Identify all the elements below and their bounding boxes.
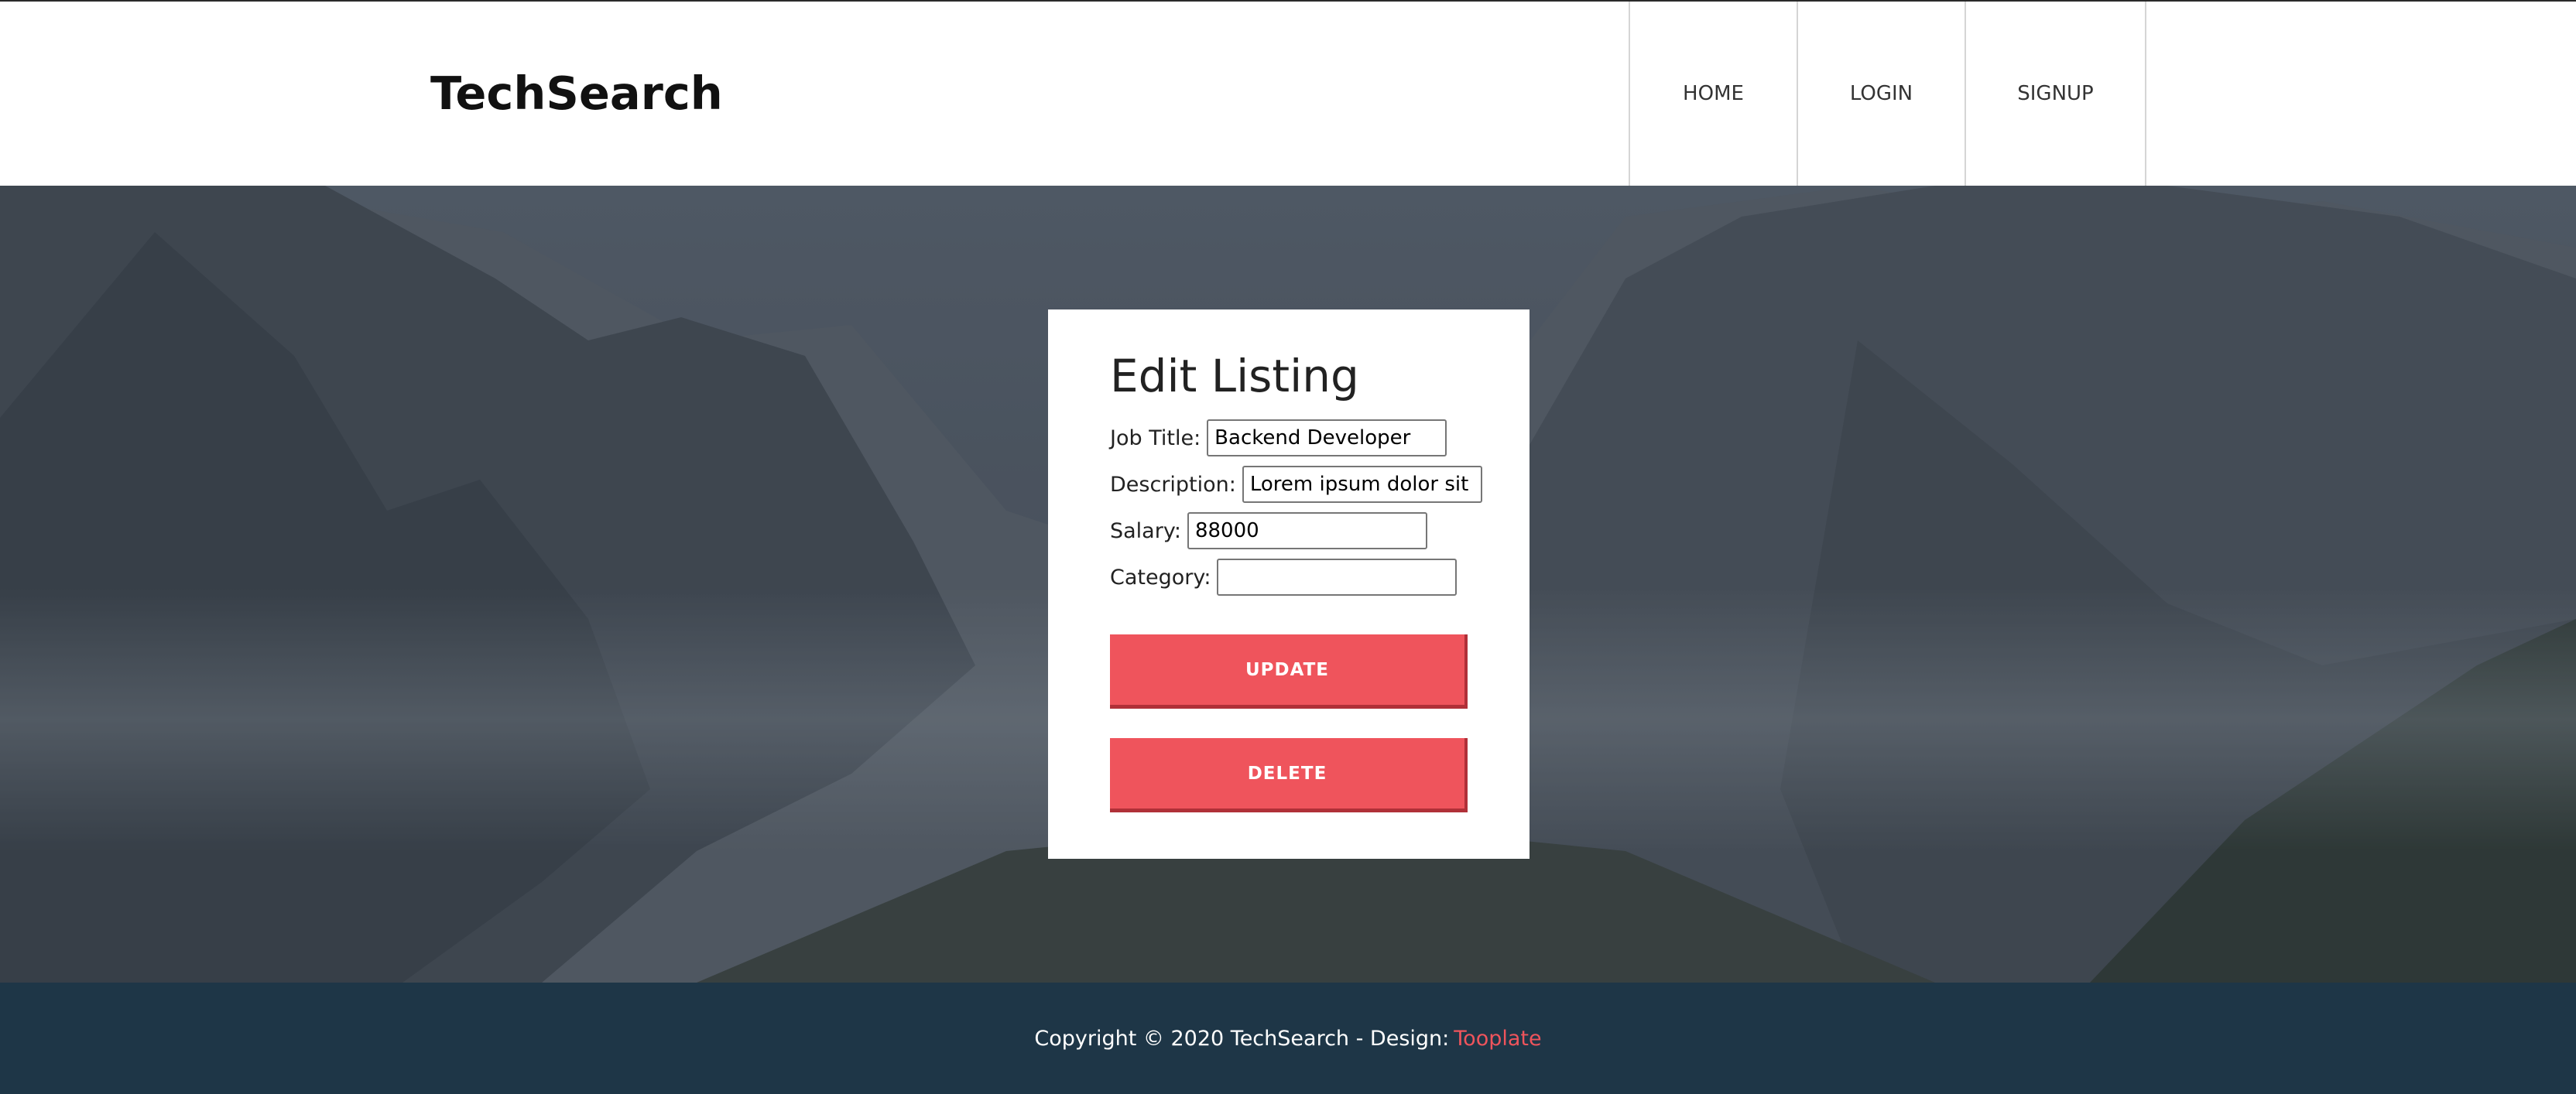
job-title-label: Job Title: bbox=[1110, 426, 1201, 450]
update-button[interactable]: UPDATE bbox=[1110, 634, 1468, 709]
site-footer: Copyright © 2020 TechSearch - Design: To… bbox=[0, 983, 2576, 1094]
nav-signup-link[interactable]: SIGNUP bbox=[1965, 2, 2146, 186]
description-row: Description: bbox=[1110, 465, 1482, 504]
category-label: Category: bbox=[1110, 565, 1211, 590]
delete-button[interactable]: DELETE bbox=[1110, 738, 1468, 812]
salary-input[interactable] bbox=[1187, 512, 1427, 549]
job-title-input[interactable] bbox=[1207, 419, 1447, 456]
nav-login-link[interactable]: LOGIN bbox=[1797, 2, 1965, 186]
edit-listing-card: Edit Listing Job Title: Description: Sal… bbox=[1048, 309, 1530, 859]
description-label: Description: bbox=[1110, 472, 1236, 497]
edit-listing-title: Edit Listing bbox=[1110, 350, 1359, 402]
site-header: TechSearch HOME LOGIN SIGNUP bbox=[0, 0, 2576, 186]
category-row: Category: bbox=[1110, 558, 1458, 597]
brand-logo[interactable]: TechSearch bbox=[430, 67, 723, 120]
page: TechSearch HOME LOGIN SIGNUP Edit Listin… bbox=[0, 0, 2576, 1094]
category-input[interactable] bbox=[1217, 559, 1458, 596]
salary-label: Salary: bbox=[1110, 518, 1181, 543]
tooplate-link[interactable]: Tooplate bbox=[1454, 1027, 1541, 1051]
main-nav: HOME LOGIN SIGNUP bbox=[1629, 2, 2146, 187]
copyright-text: Copyright © 2020 TechSearch - Design: bbox=[1034, 1026, 1450, 1051]
description-input[interactable] bbox=[1242, 466, 1482, 503]
job-title-row: Job Title: bbox=[1110, 419, 1447, 457]
salary-row: Salary: bbox=[1110, 511, 1427, 550]
nav-home-link[interactable]: HOME bbox=[1629, 2, 1797, 186]
